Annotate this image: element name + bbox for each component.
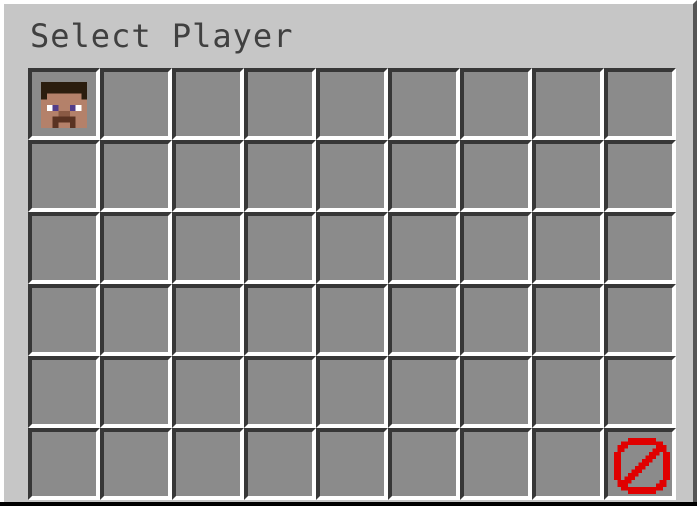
empty-slot[interactable]: [532, 428, 604, 500]
empty-slot[interactable]: [100, 68, 172, 140]
empty-slot[interactable]: [172, 428, 244, 500]
select-player-window: Select Player: [0, 0, 697, 502]
empty-slot[interactable]: [316, 428, 388, 500]
empty-slot[interactable]: [172, 284, 244, 356]
empty-slot[interactable]: [244, 428, 316, 500]
empty-slot[interactable]: [532, 212, 604, 284]
empty-slot[interactable]: [316, 68, 388, 140]
player-slot[interactable]: [28, 68, 100, 140]
empty-slot[interactable]: [532, 284, 604, 356]
empty-slot[interactable]: [532, 356, 604, 428]
empty-slot[interactable]: [316, 284, 388, 356]
empty-slot[interactable]: [244, 212, 316, 284]
empty-slot[interactable]: [388, 428, 460, 500]
empty-slot[interactable]: [100, 356, 172, 428]
empty-slot[interactable]: [172, 68, 244, 140]
empty-slot[interactable]: [28, 140, 100, 212]
player-slot-grid: [28, 68, 676, 506]
empty-slot[interactable]: [604, 212, 676, 284]
empty-slot[interactable]: [28, 284, 100, 356]
empty-slot[interactable]: [100, 212, 172, 284]
close-slot[interactable]: [604, 428, 676, 500]
empty-slot[interactable]: [172, 356, 244, 428]
empty-slot[interactable]: [604, 356, 676, 428]
empty-slot[interactable]: [100, 428, 172, 500]
empty-slot[interactable]: [460, 140, 532, 212]
empty-slot[interactable]: [244, 140, 316, 212]
window-title: Select Player: [30, 17, 294, 55]
empty-slot[interactable]: [460, 356, 532, 428]
empty-slot[interactable]: [604, 284, 676, 356]
empty-slot[interactable]: [388, 140, 460, 212]
empty-slot[interactable]: [532, 68, 604, 140]
empty-slot[interactable]: [388, 212, 460, 284]
empty-slot[interactable]: [172, 212, 244, 284]
empty-slot[interactable]: [172, 140, 244, 212]
empty-slot[interactable]: [316, 212, 388, 284]
empty-slot[interactable]: [604, 68, 676, 140]
empty-slot[interactable]: [604, 140, 676, 212]
empty-slot[interactable]: [460, 212, 532, 284]
empty-slot[interactable]: [460, 284, 532, 356]
empty-slot[interactable]: [100, 284, 172, 356]
player-head-icon: [41, 82, 87, 128]
empty-slot[interactable]: [28, 428, 100, 500]
empty-slot[interactable]: [244, 356, 316, 428]
empty-slot[interactable]: [460, 68, 532, 140]
empty-slot[interactable]: [244, 68, 316, 140]
empty-slot[interactable]: [28, 356, 100, 428]
empty-slot[interactable]: [388, 284, 460, 356]
empty-slot[interactable]: [100, 140, 172, 212]
empty-slot[interactable]: [388, 356, 460, 428]
empty-slot[interactable]: [28, 212, 100, 284]
empty-slot[interactable]: [316, 356, 388, 428]
empty-slot[interactable]: [460, 428, 532, 500]
empty-slot[interactable]: [316, 140, 388, 212]
empty-slot[interactable]: [388, 68, 460, 140]
empty-slot[interactable]: [532, 140, 604, 212]
empty-slot[interactable]: [244, 284, 316, 356]
barrier-icon: [614, 438, 670, 494]
